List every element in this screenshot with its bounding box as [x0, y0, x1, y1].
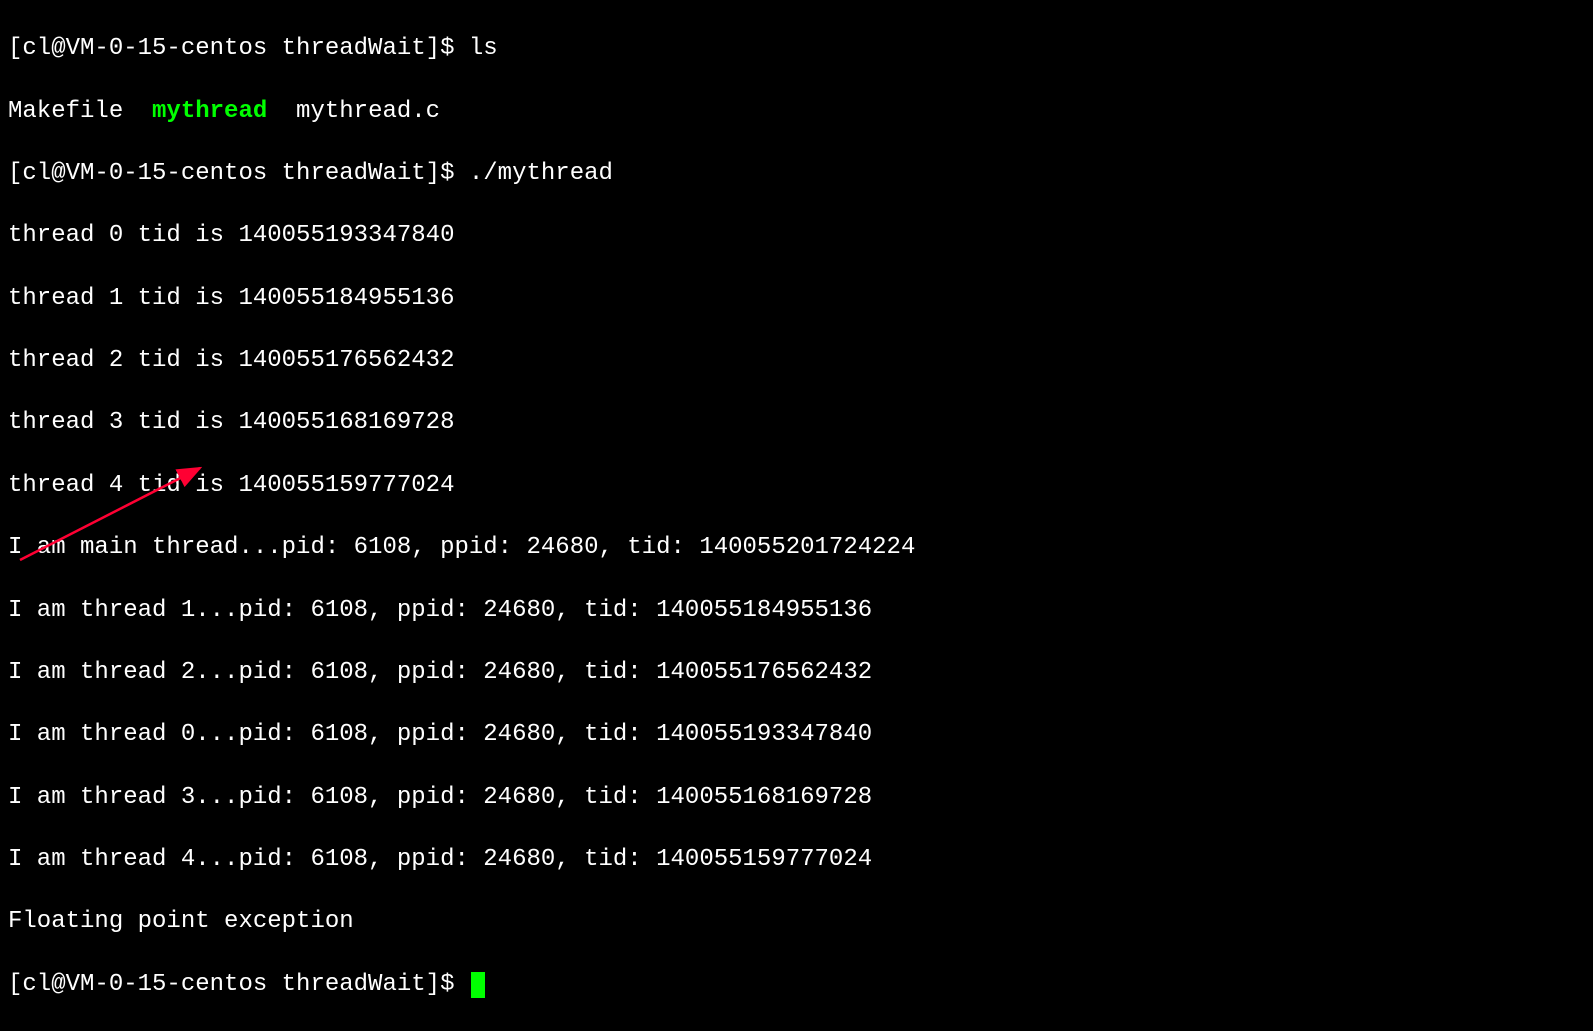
terminal-line: [cl@VM-0-15-centos threadWait]$: [8, 969, 1585, 1000]
thread-tid-line: thread 0 tid is 140055193347840: [8, 220, 1585, 251]
thread-tid-line: thread 3 tid is 140055168169728: [8, 407, 1585, 438]
main-thread-line: I am main thread...pid: 6108, ppid: 2468…: [8, 532, 1585, 563]
cursor-icon: [471, 972, 485, 998]
file-makefile: Makefile: [8, 98, 152, 125]
shell-prompt: [cl@VM-0-15-centos threadWait]$: [8, 35, 469, 62]
iam-thread-line: I am thread 0...pid: 6108, ppid: 24680, …: [8, 719, 1585, 750]
terminal-output[interactable]: [cl@VM-0-15-centos threadWait]$ ls Makef…: [8, 2, 1585, 1031]
iam-thread-line: I am thread 4...pid: 6108, ppid: 24680, …: [8, 844, 1585, 875]
iam-thread-line: I am thread 3...pid: 6108, ppid: 24680, …: [8, 782, 1585, 813]
shell-prompt: [cl@VM-0-15-centos threadWait]$: [8, 971, 469, 998]
error-line: Floating point exception: [8, 906, 1585, 937]
thread-tid-line: thread 2 tid is 140055176562432: [8, 345, 1585, 376]
terminal-line: [cl@VM-0-15-centos threadWait]$ ls: [8, 33, 1585, 64]
shell-prompt: [cl@VM-0-15-centos threadWait]$: [8, 160, 469, 187]
thread-tid-line: thread 1 tid is 140055184955136: [8, 283, 1585, 314]
thread-tid-line: thread 4 tid is 140055159777024: [8, 470, 1585, 501]
file-source: mythread.c: [267, 98, 440, 125]
command-text: ./mythread: [469, 160, 613, 187]
command-text: ls: [469, 35, 498, 62]
file-executable: mythread: [152, 98, 267, 125]
iam-thread-line: I am thread 1...pid: 6108, ppid: 24680, …: [8, 595, 1585, 626]
terminal-line: [cl@VM-0-15-centos threadWait]$ ./mythre…: [8, 158, 1585, 189]
ls-output-line: Makefile mythread mythread.c: [8, 96, 1585, 127]
iam-thread-line: I am thread 2...pid: 6108, ppid: 24680, …: [8, 657, 1585, 688]
